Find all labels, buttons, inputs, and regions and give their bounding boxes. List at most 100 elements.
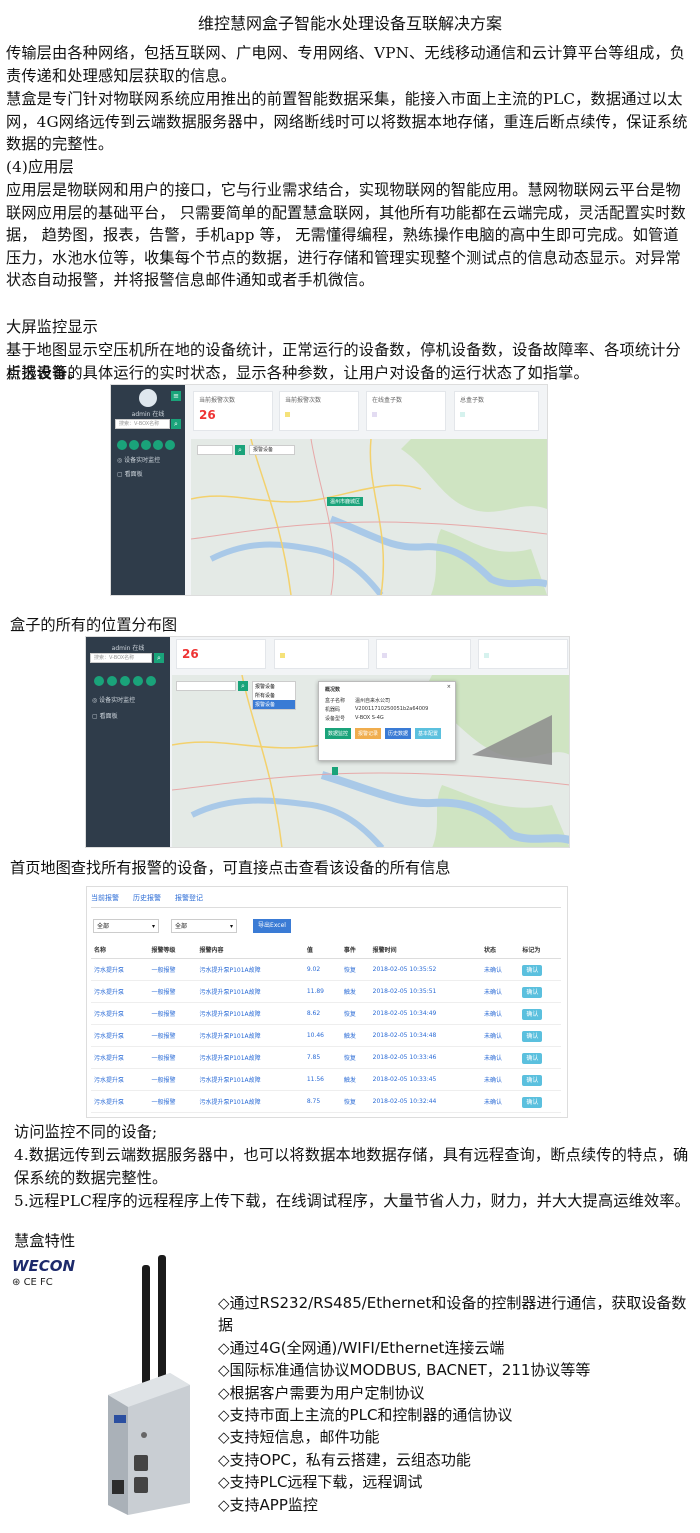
column-header: 事件	[340, 941, 370, 959]
tab-current-alarms[interactable]: 当前报警	[91, 893, 119, 903]
sidebar-item-label: 设备实时监控	[99, 697, 136, 704]
heading-big-screen: 大屏监控显示	[6, 318, 99, 336]
sidebar-item-realtime[interactable]: ◎ 设备实时监控	[92, 695, 135, 704]
paragraph-remote-plc: 5.远程PLC程序的远程程序上传下载，在线调试程序，大量节省人力，财力，并大大提…	[14, 1192, 691, 1210]
close-icon[interactable]: ×	[447, 684, 451, 690]
basic-config-button[interactable]: 基本配置	[415, 728, 442, 739]
popup-row: 机器码 V20011710250051b2a64009	[325, 706, 429, 713]
map-view[interactable]: ⌕ 报警设备 所有设备 报警设备 概况数 × 盒子名称 温州自来水公司 机器码 V2…	[172, 675, 569, 847]
feature-item: ◇根据客户需要为用户定制协议	[218, 1383, 425, 1402]
map-view[interactable]: ⌕ 报警设备 温州市鹿城区	[191, 439, 547, 595]
stat-card-total: 总盒子数	[454, 391, 539, 431]
shortcut-icons	[94, 671, 168, 690]
shortcut-icon[interactable]	[94, 676, 104, 686]
popup-row: 设备型号 V-BOX S-4G	[325, 715, 384, 722]
confirm-button[interactable]: 确认	[522, 987, 543, 998]
shortcut-icon[interactable]	[129, 440, 139, 450]
map-search-icon[interactable]: ⌕	[238, 681, 248, 691]
sidebar-item-label: 设备实时监控	[124, 457, 161, 464]
filter-select-2[interactable]: 全部 ▾	[171, 919, 237, 933]
dashboard-screenshot: admin 在线 搜索：V-BOX名称 ⌕ ◎ 设备实时监控 ▢ 看面板 ≡ 当…	[110, 384, 548, 596]
dashboard-sidebar: admin 在线 搜索：V-BOX名称 ⌕ ◎ 设备实时监控 ▢ 看面板	[86, 637, 170, 847]
history-data-button[interactable]: 历史数据	[385, 728, 412, 739]
caption-alarm-devices: 首页地图查找所有报警的设备，可直接点击查看该设备的所有信息	[10, 859, 451, 877]
shortcut-icon[interactable]	[165, 440, 175, 450]
confirm-button[interactable]: 确认	[522, 965, 543, 976]
data-monitor-button[interactable]: 数据监控	[325, 728, 352, 739]
stat-indicator	[382, 653, 387, 658]
certification-marks: ⊛ CE FC	[12, 1277, 53, 1288]
column-header: 标记为	[519, 941, 561, 959]
search-icon[interactable]: ⌕	[154, 653, 164, 663]
stat-indicator	[372, 412, 377, 417]
sidebar-item-realtime[interactable]: ◎ 设备实时监控	[117, 455, 160, 464]
sidebar-item-panel[interactable]: ▢ 看面板	[117, 469, 143, 478]
confirm-button[interactable]: 确认	[522, 1031, 543, 1042]
paragraph-access-monitoring: 访问监控不同的设备;	[14, 1123, 158, 1141]
paragraph-transport-layer: 传输层由各种网络，包括互联网、广电网、专用网络、VPN、无线移动通信和云计算平台…	[6, 44, 686, 85]
shortcut-icon[interactable]	[146, 676, 156, 686]
shortcut-icon[interactable]	[120, 676, 130, 686]
confirm-button[interactable]: 确认	[522, 1053, 543, 1064]
export-excel-button[interactable]: 导出Excel	[253, 919, 291, 933]
device-marker[interactable]	[332, 767, 338, 775]
shortcut-icon[interactable]	[153, 440, 163, 450]
shortcut-icon[interactable]	[141, 440, 151, 450]
column-header: 值	[303, 941, 341, 959]
popup-title: 概况数	[325, 687, 341, 693]
vbox-device-image	[108, 1255, 190, 1515]
heading-box-features: 慧盒特性	[14, 1232, 76, 1250]
paragraph-smart-box: 慧盒是专门针对物联网系统应用推出的前置智能数据采集，能接入市面上主流的PLC，数…	[6, 90, 688, 153]
feature-item: ◇通过4G(全网通)/WIFI/Ethernet连接云端	[218, 1338, 505, 1357]
dashboard-sidebar: admin 在线 搜索：V-BOX名称 ⌕ ◎ 设备实时监控 ▢ 看面板	[111, 385, 185, 595]
stat-indicator	[484, 653, 489, 658]
dropdown-option-alarm[interactable]: 报警设备	[253, 700, 295, 709]
dropdown-option-all[interactable]: 所有设备	[253, 691, 295, 700]
confirm-button[interactable]: 确认	[522, 1097, 543, 1108]
sidebar-item-panel[interactable]: ▢ 看面板	[92, 711, 118, 720]
page-title: 维控慧网盒子智能水处理设备互联解决方案	[197, 14, 502, 33]
column-header: 报警时间	[369, 941, 482, 959]
menu-toggle-icon[interactable]: ≡	[171, 391, 181, 401]
feature-item: ◇通过RS232/RS485/Ethernet和设备的控制器进行通信，获取设备数…	[218, 1294, 687, 1335]
caption-location-map: 盒子的所有的位置分布图	[10, 616, 178, 634]
table-row: 污水提升泵 一般报警 污水提升泵P101A故障 8.75 恢复 2018-02-05 10…	[91, 1090, 561, 1113]
paragraph-data-remote: 4.数据远传到云端数据服务器中，也可以将数据本地数据存储，具有远程查询，断点续传…	[14, 1146, 689, 1187]
tab-alarm-register[interactable]: 报警登记	[175, 893, 203, 903]
search-input[interactable]: 搜索：V-BOX名称	[90, 653, 152, 663]
map-search-icon[interactable]: ⌕	[235, 445, 245, 455]
alarm-record-button[interactable]: 报警记录	[355, 728, 382, 739]
user-status: admin 在线	[111, 645, 145, 652]
paragraph-application-layer: 应用层是物联网和用户的接口，它与行业需求结合，实现物联网的智能应用。慧网物联网云…	[6, 181, 686, 289]
paragraph-device-status: 点选设备的具体运行的实时状态，显示各种参数，让用户对设备的运行状态了如指掌。	[6, 364, 589, 382]
tab-history-alarms[interactable]: 历史报警	[133, 893, 161, 903]
table-row: 污水提升泵 一般报警 污水提升泵P101A故障 7.85 恢复 2018-02-05 10…	[91, 1046, 561, 1069]
map-search-input[interactable]	[176, 681, 236, 691]
stat-card-2: 当前报警次数	[279, 391, 359, 431]
stat-indicator	[280, 653, 285, 658]
search-input[interactable]: 搜索：V-BOX名称	[115, 419, 170, 429]
user-status: admin 在线	[131, 411, 165, 418]
device-marker[interactable]: 温州市鹿城区	[327, 497, 364, 506]
filter-select-1[interactable]: 全部 ▾	[93, 919, 159, 933]
search-icon[interactable]: ⌕	[171, 419, 181, 429]
stat-card-online	[376, 639, 471, 669]
wecon-logo: WECON	[12, 1257, 76, 1275]
shortcut-icon[interactable]	[107, 676, 117, 686]
table-row: 污水提升泵 一般报警 污水提升泵P101A故障 11.56 触发 2018-02-05 1…	[91, 1068, 561, 1091]
shortcut-icon[interactable]	[133, 676, 143, 686]
chevron-down-icon: ▾	[151, 923, 155, 930]
confirm-button[interactable]: 确认	[522, 1075, 543, 1086]
alarm-table-wrapper: 名称 报警等级 报警内容 值 事件 报警时间 状态 标记为 污水提升泵 一般报警污…	[91, 941, 561, 1113]
stat-card-2	[274, 639, 369, 669]
confirm-button[interactable]: 确认	[522, 1009, 543, 1020]
shortcut-icon[interactable]	[117, 440, 127, 450]
feature-item: ◇国际标准通信协议MODBUS, BACNET，211协议等等	[218, 1361, 591, 1380]
dropdown-selected[interactable]: 报警设备	[253, 682, 295, 691]
device-filter-select[interactable]: 报警设备	[249, 445, 295, 455]
chevron-down-icon: ▾	[229, 923, 233, 930]
table-header-row: 名称 报警等级 报警内容 值 事件 报警时间 状态 标记为	[91, 941, 561, 959]
map-search-input[interactable]	[197, 445, 233, 455]
device-filter-dropdown[interactable]: 报警设备 所有设备 报警设备	[252, 681, 296, 710]
alarm-tabs: 当前报警 历史报警 报警登记	[91, 893, 561, 908]
